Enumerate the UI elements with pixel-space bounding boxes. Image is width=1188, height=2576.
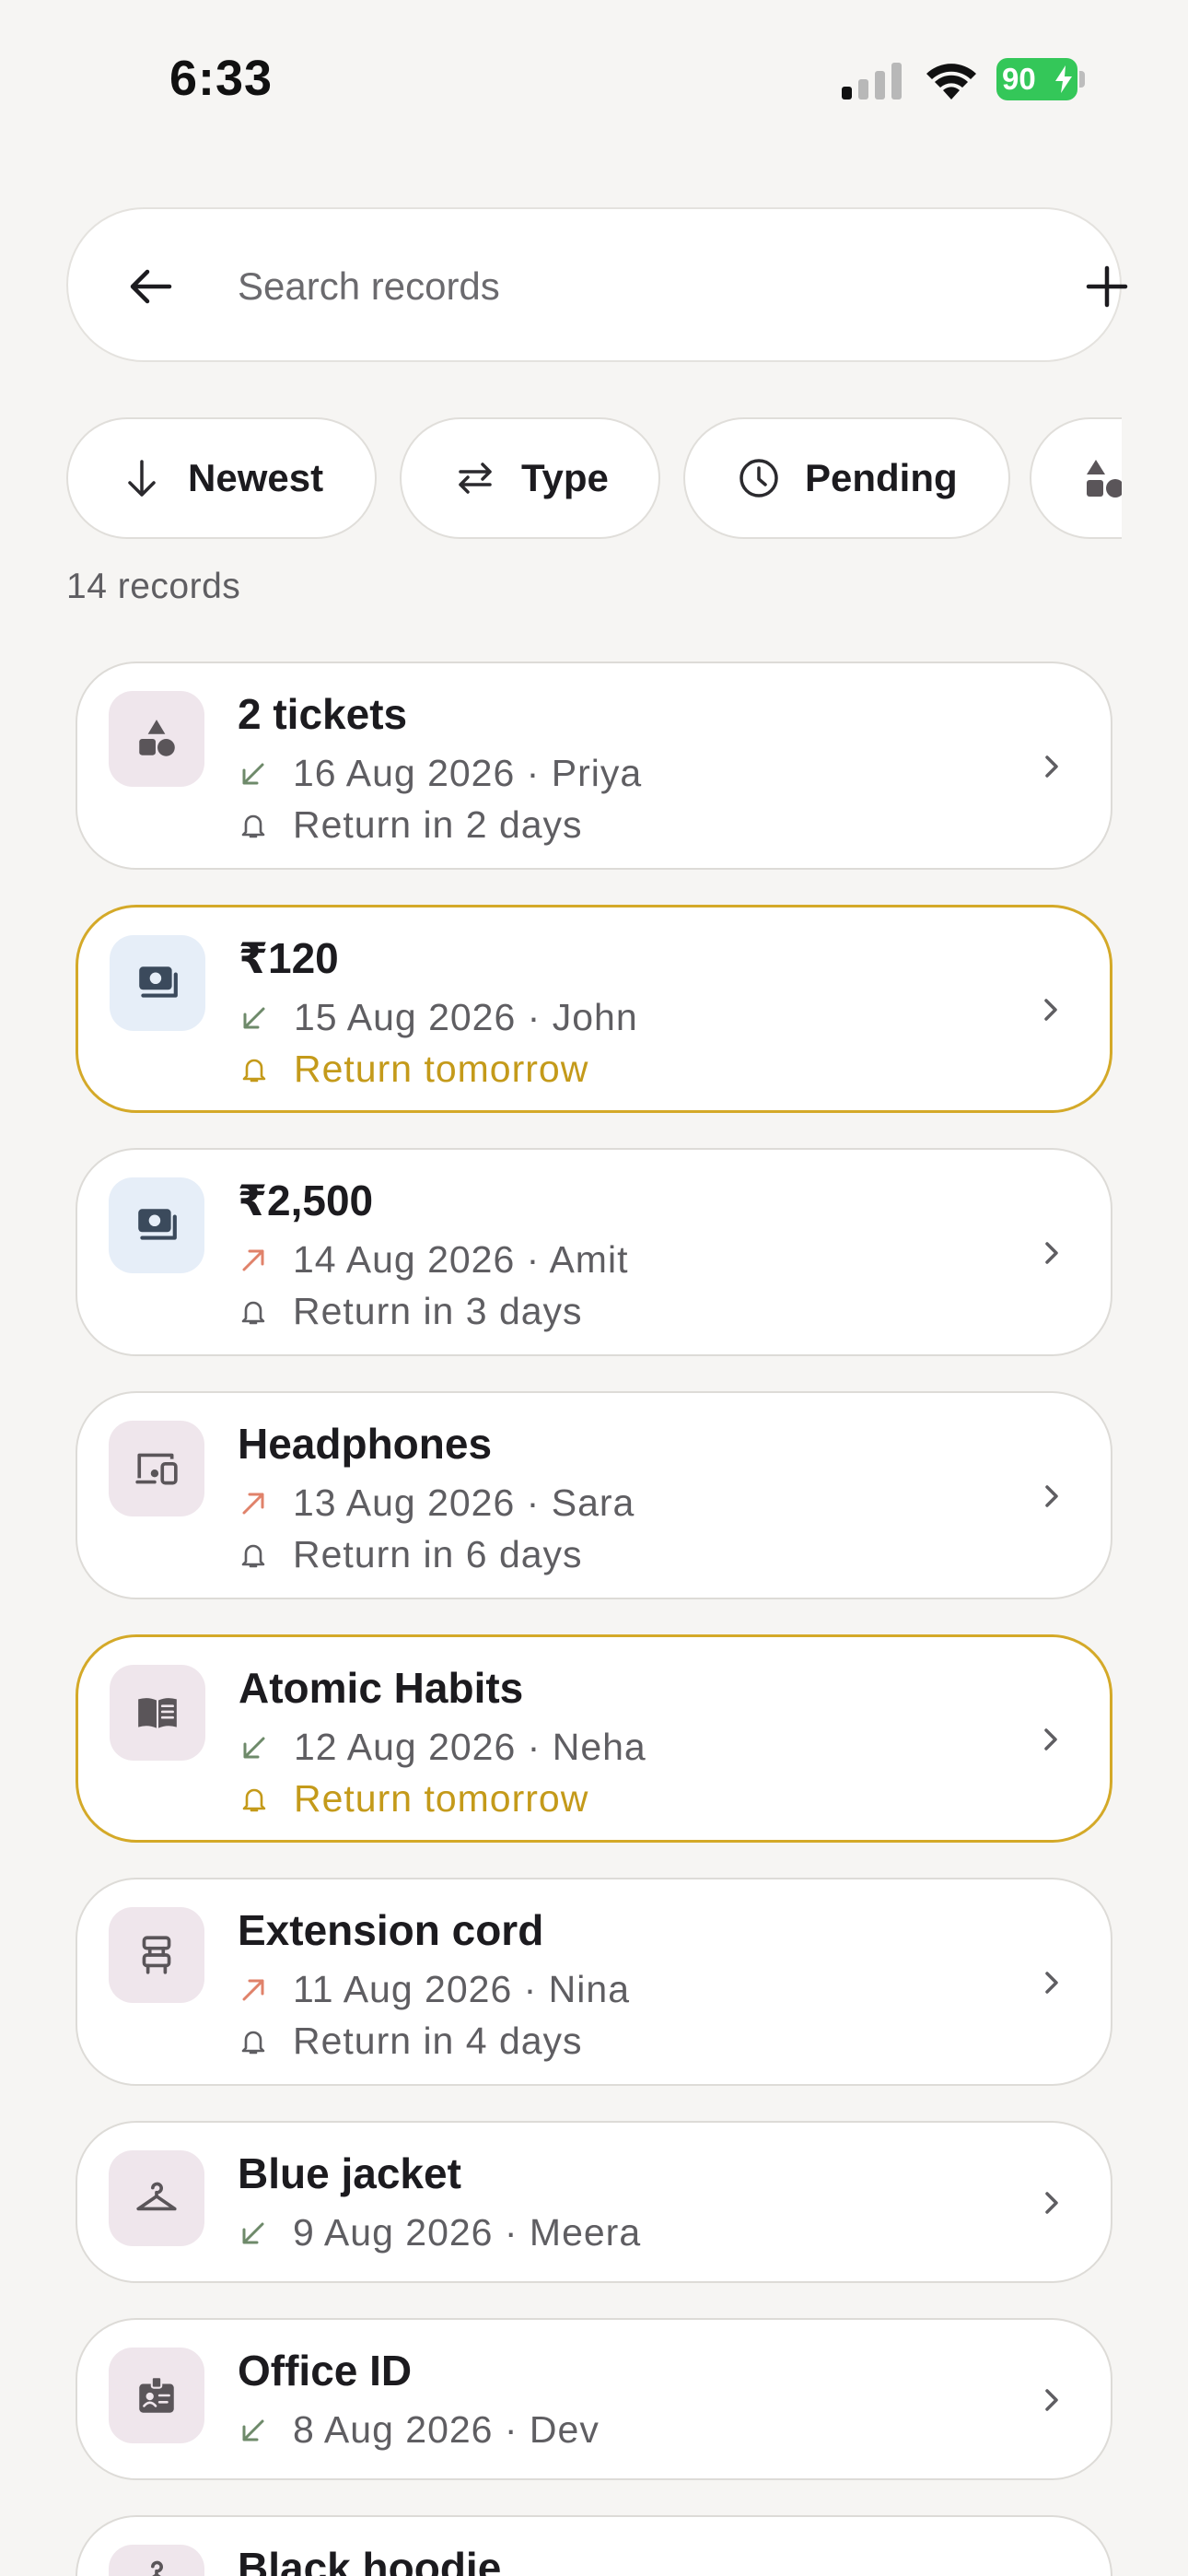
record-icon <box>109 1421 204 1516</box>
record-icon <box>110 935 205 1031</box>
record-title: Extension cord <box>238 1906 544 1954</box>
record-meta: 13 Aug 2026 · Sara <box>238 1481 635 1525</box>
reminder-text: Return tomorrow <box>294 1048 589 1090</box>
borrowed-arrow-icon <box>242 2419 264 2441</box>
record-icon <box>109 2348 204 2443</box>
record-reminder: Return tomorrow <box>239 1048 588 1091</box>
bell-icon <box>241 2031 265 2054</box>
record-icon <box>109 1907 204 2003</box>
record-card[interactable]: Atomic Habits 12 Aug 2026 · Neha Return … <box>76 1634 1112 1843</box>
record-icon <box>109 1177 204 1273</box>
record-date-person: 9 Aug 2026 · Meera <box>293 2211 642 2254</box>
reminder-text: Return in 3 days <box>293 1290 583 1332</box>
lent-arrow-icon <box>242 1979 264 2000</box>
record-meta: 16 Aug 2026 · Priya <box>238 752 642 795</box>
record-card[interactable]: Blue jacket 9 Aug 2026 · Meera <box>76 2121 1112 2283</box>
record-card[interactable]: Black hoodie <box>76 2515 1112 2576</box>
bell-icon <box>242 1059 266 1082</box>
record-title: Office ID <box>238 2347 413 2395</box>
record-card[interactable]: ₹120 15 Aug 2026 · John Return tomorrow <box>76 905 1112 1113</box>
record-card[interactable]: ₹2,500 14 Aug 2026 · Amit Return in 3 da… <box>76 1148 1112 1356</box>
record-reminder: Return in 3 days <box>238 1290 583 1333</box>
record-reminder: Return tomorrow <box>239 1777 588 1821</box>
badge-icon <box>139 2376 174 2413</box>
borrowed-arrow-icon <box>242 2222 264 2243</box>
lent-arrow-icon <box>242 1249 264 1270</box>
record-date-person: 11 Aug 2026 · Nina <box>293 1968 630 2010</box>
record-meta: 8 Aug 2026 · Dev <box>238 2408 600 2452</box>
devices-icon <box>135 1453 178 1485</box>
money-icon <box>139 966 178 998</box>
reminder-text: Return in 6 days <box>293 1533 583 1575</box>
hanger-icon <box>136 2182 177 2211</box>
record-date-person: 15 Aug 2026 · John <box>294 996 638 1038</box>
chevron-right-icon <box>1045 2389 1058 2411</box>
record-meta: 11 Aug 2026 · Nina <box>238 1968 630 2011</box>
chevron-right-icon <box>1045 2192 1058 2214</box>
record-date-person: 13 Aug 2026 · Sara <box>293 1481 635 1524</box>
record-reminder: Return in 2 days <box>238 803 583 847</box>
reminder-text: Return in 2 days <box>293 803 583 846</box>
record-card[interactable]: Extension cord 11 Aug 2026 · Nina Return… <box>76 1878 1112 2086</box>
record-title: Headphones <box>238 1420 493 1468</box>
chevron-right-icon <box>1045 1972 1058 1994</box>
record-icon <box>109 691 204 787</box>
record-title: 2 tickets <box>238 690 408 738</box>
record-meta: 15 Aug 2026 · John <box>239 996 638 1039</box>
chevron-right-icon <box>1044 1728 1057 1751</box>
record-icon <box>109 2150 204 2246</box>
book-icon <box>138 1698 177 1728</box>
record-meta: 14 Aug 2026 · Amit <box>238 1238 628 1282</box>
shapes-icon <box>139 720 175 756</box>
record-title: Atomic Habits <box>239 1664 524 1712</box>
record-date-person: 12 Aug 2026 · Neha <box>294 1726 646 1768</box>
record-card[interactable]: 2 tickets 16 Aug 2026 · Priya Return in … <box>76 662 1112 870</box>
borrowed-arrow-icon <box>243 1737 265 1758</box>
record-title: ₹2,500 <box>238 1177 374 1224</box>
money-icon <box>138 1209 177 1240</box>
record-icon <box>109 2545 204 2576</box>
bell-icon <box>241 814 265 837</box>
record-icon <box>110 1665 205 1761</box>
lent-arrow-icon <box>242 1493 264 1514</box>
chevron-right-icon <box>1044 999 1057 1021</box>
reminder-text: Return in 4 days <box>293 2020 583 2062</box>
chevron-right-icon <box>1045 1242 1058 1264</box>
bell-icon <box>241 1301 265 1324</box>
record-meta: 12 Aug 2026 · Neha <box>239 1726 646 1769</box>
record-card[interactable]: Office ID 8 Aug 2026 · Dev <box>76 2318 1112 2480</box>
record-meta: 9 Aug 2026 · Meera <box>238 2211 641 2254</box>
record-date-person: 14 Aug 2026 · Amit <box>293 1238 629 1281</box>
bell-icon <box>241 1544 265 1567</box>
record-date-person: 8 Aug 2026 · Dev <box>293 2408 600 2451</box>
appliance-icon <box>142 1936 171 1974</box>
records-list: 2 tickets 16 Aug 2026 · Priya Return in … <box>0 0 1188 2576</box>
record-date-person: 16 Aug 2026 · Priya <box>293 752 643 794</box>
reminder-text: Return tomorrow <box>294 1777 589 1820</box>
record-title: ₹120 <box>239 934 339 982</box>
record-title: Black hoodie <box>238 2544 502 2576</box>
borrowed-arrow-icon <box>242 763 264 784</box>
record-reminder: Return in 4 days <box>238 2020 583 2063</box>
chevron-right-icon <box>1045 755 1058 778</box>
record-reminder: Return in 6 days <box>238 1533 583 1576</box>
hanger-icon <box>151 2560 163 2576</box>
record-card[interactable]: Headphones 13 Aug 2026 · Sara Return in … <box>76 1391 1112 1599</box>
bell-icon <box>242 1788 266 1811</box>
borrowed-arrow-icon <box>243 1007 265 1028</box>
chevron-right-icon <box>1045 1485 1058 1507</box>
record-title: Blue jacket <box>238 2149 461 2197</box>
